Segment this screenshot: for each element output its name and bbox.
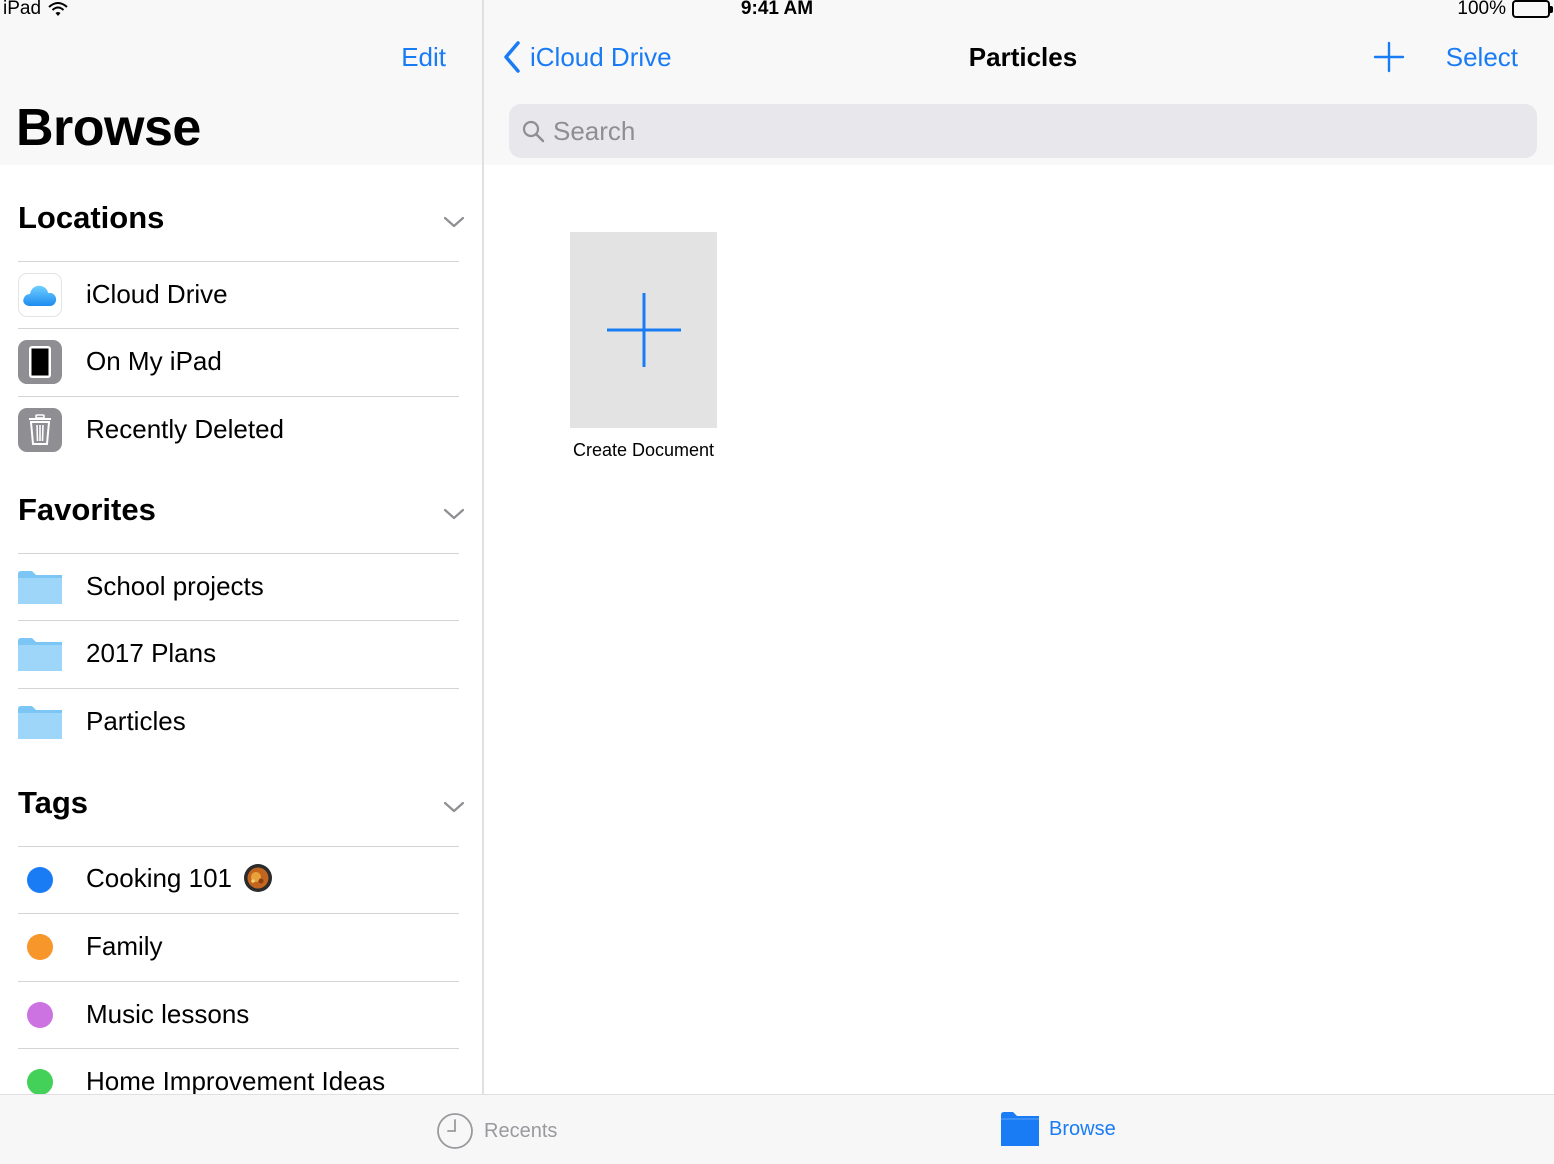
- favorites-section-header[interactable]: Favorites: [18, 492, 468, 536]
- sidebar-item-label: Cooking 101: [86, 862, 232, 893]
- tab-recents[interactable]: Recents: [436, 1112, 557, 1150]
- add-icon[interactable]: [1372, 40, 1406, 74]
- sidebar: Edit Browse Locations iCloud Drive On My…: [0, 0, 484, 1094]
- create-document-tile[interactable]: Create Document: [570, 232, 717, 460]
- sidebar-item-label: Family: [86, 931, 163, 961]
- battery-percentage: 100%: [1457, 0, 1506, 19]
- sidebar-item-label: On My iPad: [86, 346, 222, 376]
- sidebar-item-label: iCloud Drive: [86, 279, 228, 309]
- page-title: Browse: [16, 99, 201, 157]
- sidebar-item-tag-cooking-101[interactable]: Cooking 101: [18, 846, 459, 913]
- tab-bar: Recents Browse: [0, 1094, 1554, 1164]
- create-document-thumbnail: [570, 232, 717, 428]
- tags-section-header[interactable]: Tags: [18, 785, 468, 829]
- chevron-down-icon: [443, 216, 465, 228]
- cooking-pan-emoji-icon: [244, 864, 272, 892]
- ipad-icon: [18, 340, 62, 384]
- sidebar-item-tag-home-improvement-ideas[interactable]: Home Improvement Ideas: [18, 1048, 459, 1094]
- status-bar: iPad 9:41 AM 100%: [0, 0, 1554, 20]
- chevron-down-icon: [443, 508, 465, 520]
- files-app: Edit Browse Locations iCloud Drive On My…: [0, 0, 1554, 1164]
- sidebar-item-school-projects[interactable]: School projects: [18, 553, 459, 620]
- sidebar-item-label: 2017 Plans: [86, 638, 217, 668]
- search-input[interactable]: [553, 114, 1513, 148]
- search-icon: [522, 120, 545, 143]
- chevron-down-icon: [443, 801, 465, 813]
- navigation-bar: iCloud Drive Particles Select: [484, 0, 1554, 165]
- sidebar-item-recently-deleted[interactable]: Recently Deleted: [18, 396, 459, 463]
- sidebar-item-label: Recently Deleted: [86, 414, 284, 444]
- section-title: Locations: [18, 200, 165, 235]
- sidebar-item-label: Home Improvement Ideas: [86, 1066, 386, 1094]
- main-pane: iCloud Drive Particles Select Create Doc…: [484, 0, 1554, 1094]
- folder-icon: [18, 700, 62, 744]
- sidebar-item-label: Particles: [86, 706, 186, 736]
- battery-icon: [1512, 0, 1553, 18]
- search-bar[interactable]: [509, 104, 1537, 158]
- section-title: Tags: [18, 785, 89, 820]
- sidebar-item-on-my-ipad[interactable]: On My iPad: [18, 328, 459, 395]
- status-time: 9:41 AM: [740, 0, 814, 19]
- clock-icon: [437, 1113, 473, 1149]
- tag-color-dot: [18, 993, 62, 1037]
- folder-icon: [18, 632, 62, 676]
- section-title: Favorites: [18, 492, 156, 527]
- sidebar-item-label: Music lessons: [86, 999, 250, 1029]
- tag-color-dot: [18, 858, 62, 902]
- sidebar-item-tag-family[interactable]: Family: [18, 913, 459, 980]
- sidebar-item-2017-plans[interactable]: 2017 Plans: [18, 620, 459, 687]
- locations-section-header[interactable]: Locations: [18, 200, 468, 244]
- folder-icon: [18, 565, 62, 609]
- icloud-icon: [18, 273, 62, 317]
- sidebar-item-icloud-drive[interactable]: iCloud Drive: [18, 261, 459, 328]
- sidebar-item-label: School projects: [86, 571, 264, 601]
- tag-color-dot: [18, 925, 62, 969]
- sidebar-header: Edit Browse: [0, 0, 482, 165]
- select-button[interactable]: Select: [1446, 42, 1518, 73]
- create-document-label: Create Document: [572, 440, 715, 460]
- sidebar-item-particles[interactable]: Particles: [18, 688, 459, 755]
- plus-icon: [606, 293, 681, 367]
- tag-color-dot: [18, 1060, 62, 1094]
- trash-icon: [18, 408, 62, 452]
- sidebar-item-tag-music-lessons[interactable]: Music lessons: [18, 981, 459, 1048]
- edit-button[interactable]: Edit: [401, 42, 446, 73]
- folder-icon: [1001, 1112, 1039, 1146]
- tab-browse[interactable]: Browse: [1001, 1112, 1116, 1146]
- tab-label: Browse: [1049, 1117, 1116, 1140]
- tab-label: Recents: [484, 1119, 558, 1142]
